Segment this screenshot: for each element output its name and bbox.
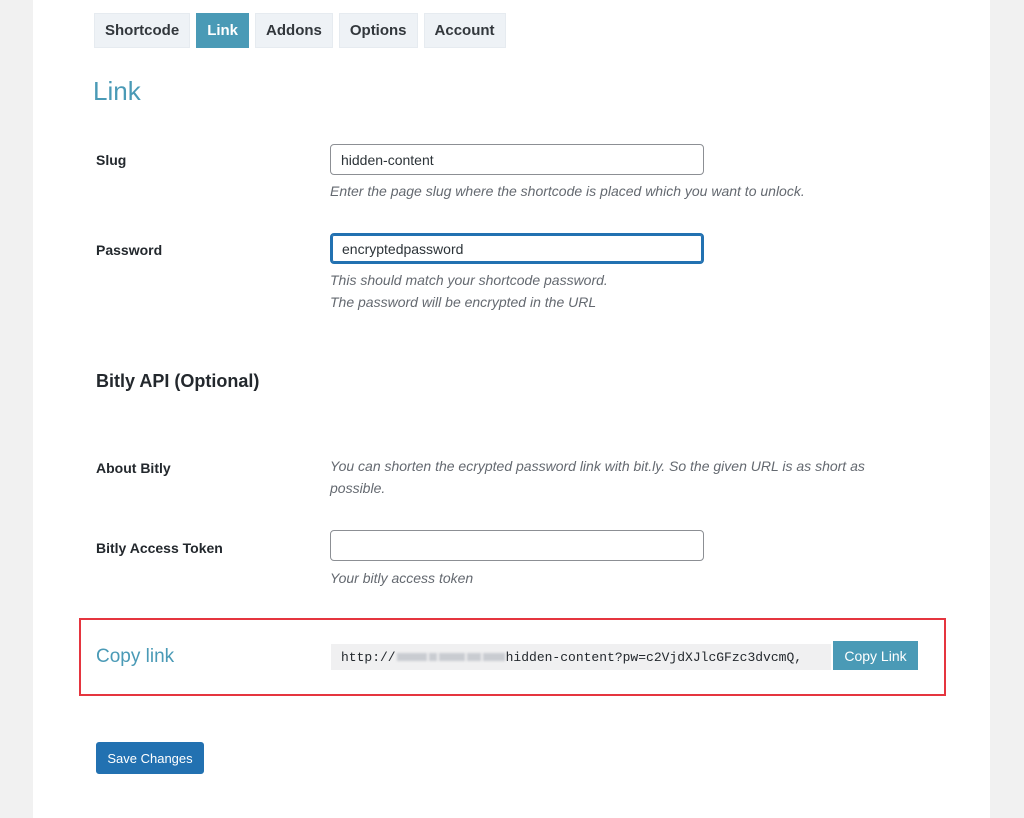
- copy-link-label: Copy link: [96, 646, 175, 667]
- about-bitly-text: You can shorten the ecrypted password li…: [330, 458, 865, 496]
- save-changes-button[interactable]: Save Changes: [96, 742, 204, 774]
- password-description-line1: This should match your shortcode passwor…: [330, 272, 608, 288]
- page-title: Link: [93, 76, 141, 106]
- password-label: Password: [96, 242, 163, 258]
- link-prefix: http://: [341, 649, 396, 665]
- tab-account[interactable]: Account: [423, 13, 506, 48]
- tab-link[interactable]: Link: [196, 13, 250, 48]
- bitly-token-input[interactable]: [330, 530, 704, 561]
- tab-shortcode[interactable]: Shortcode: [94, 13, 191, 48]
- redacted-domain: [396, 650, 506, 665]
- bitly-token-label: Bitly Access Token: [96, 540, 223, 556]
- tab-bar: Shortcode Link Addons Options Account: [94, 13, 506, 48]
- slug-description: Enter the page slug where the shortcode …: [330, 183, 805, 199]
- slug-input[interactable]: [330, 144, 704, 175]
- bitly-section-title: Bitly API (Optional): [96, 371, 260, 391]
- tab-options[interactable]: Options: [338, 13, 418, 48]
- copy-link-button[interactable]: Copy Link: [833, 641, 918, 670]
- tab-addons[interactable]: Addons: [255, 13, 333, 48]
- slug-label: Slug: [96, 152, 127, 168]
- password-input[interactable]: [330, 233, 704, 264]
- link-suffix: hidden-content?pw=c2VjdXJlcGFzc3dvcmQ,: [505, 649, 803, 665]
- about-bitly-label: About Bitly: [96, 460, 171, 476]
- bitly-token-description: Your bitly access token: [330, 570, 474, 586]
- password-description-line2: The password will be encrypted in the UR…: [330, 294, 597, 310]
- generated-link[interactable]: http:// hidden-content?pw=c2VjdXJlcGFzc3…: [331, 644, 831, 670]
